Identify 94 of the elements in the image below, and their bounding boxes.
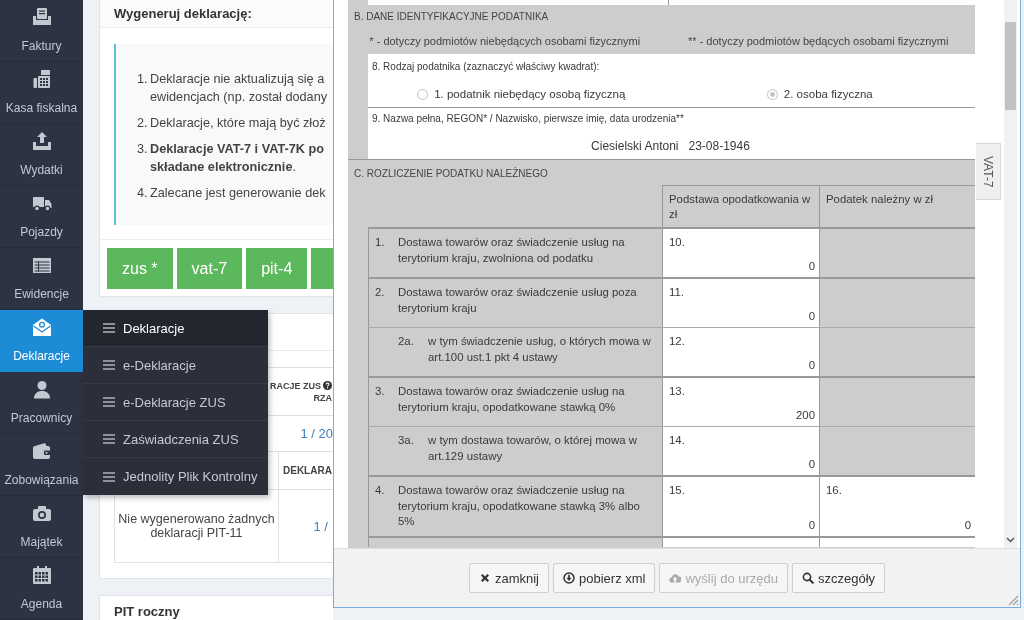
option-label: 1. podatnik niebędący osobą fizyczną xyxy=(434,87,626,101)
calendar-icon xyxy=(31,565,52,585)
scrollbar[interactable] xyxy=(1004,0,1017,548)
date-value: 23-08-1946 xyxy=(688,139,750,153)
cash-register-icon xyxy=(31,69,52,89)
field-label: 8. Rodzaj podatnika (zaznaczyć właściwy kwadrat): xyxy=(372,61,601,73)
envelope-icon xyxy=(31,317,52,337)
help-icon[interactable] xyxy=(323,381,332,390)
declaration-link[interactable]: 1 / 20 xyxy=(300,426,333,441)
field-number: 12. xyxy=(669,334,686,349)
row-number: 2a. xyxy=(397,334,415,349)
document-tray-icon xyxy=(31,7,52,27)
sidebar-item[interactable]: Deklaracje xyxy=(0,310,83,372)
table-icon xyxy=(31,255,52,275)
column-header: DEKLARA xyxy=(283,465,332,476)
camera-icon xyxy=(31,503,52,523)
search-icon xyxy=(802,572,814,584)
row-description: w tym dostawa towarów, o której mowa w art.129 ustawy xyxy=(428,433,638,464)
column-header: RZA xyxy=(313,391,332,404)
list-number: 3. xyxy=(137,141,149,158)
row-number: 3a. xyxy=(397,433,415,448)
note-text: Zalecane jest generowanie dek xyxy=(150,185,326,202)
amount-value: 0 xyxy=(807,517,815,533)
cloud-upload-icon xyxy=(669,572,682,584)
menu-icon xyxy=(103,434,115,444)
row-number: 4. xyxy=(374,483,386,498)
field-number: 16. xyxy=(826,483,843,498)
section-title: B. DANE IDENTYFIKACYJNE PODATNIKA xyxy=(353,10,550,24)
field-number: 10. xyxy=(669,235,686,250)
menu-icon xyxy=(103,323,115,333)
field-number: 15. xyxy=(669,483,686,498)
row-description: Dostawa towarów oraz świadczenie usług na terytorium kraju, opodatkowane stawką 0% xyxy=(398,384,626,415)
row-number: 1. xyxy=(374,235,386,250)
field-number: 11. xyxy=(669,285,685,300)
list-number: 1. xyxy=(137,71,149,88)
empty-message: Nie wygenerowano żadnych deklaracji PIT-11 xyxy=(118,512,275,540)
sidebar-item[interactable]: Pojazdy xyxy=(0,186,83,248)
field-number: 13. xyxy=(669,384,686,399)
resize-grip-icon[interactable] xyxy=(1007,594,1019,606)
menu-item[interactable]: Deklaracje xyxy=(83,310,268,347)
menu-item[interactable]: Zaświadczenia ZUS xyxy=(83,421,268,458)
person-icon xyxy=(31,379,52,399)
amount-value: 200 xyxy=(795,408,815,423)
footnote-text: * - dotyczy podmiotów niebędących osobami fizycznymi xyxy=(368,34,642,49)
sidebar-item[interactable]: Majątek xyxy=(0,496,83,558)
wallet-icon xyxy=(31,441,52,461)
menu-item[interactable]: e-Deklaracje xyxy=(83,347,268,384)
amount-value: 0 xyxy=(807,457,815,472)
list-number: 4. xyxy=(137,185,149,202)
scrollbar-thumb[interactable] xyxy=(1005,22,1016,110)
row-number: 2. xyxy=(374,285,386,300)
side-tab[interactable]: VAT-7 xyxy=(976,143,1001,200)
field-number: 14. xyxy=(669,433,686,448)
download-icon xyxy=(563,572,575,584)
dialog-button[interactable]: pobierz xml xyxy=(553,563,656,593)
dialog-button[interactable]: zamknij xyxy=(468,563,549,593)
row-number: 3. xyxy=(374,384,386,399)
dialog-button[interactable]: szczegóły xyxy=(792,563,886,593)
chevron-down-icon[interactable] xyxy=(1006,537,1015,543)
row-description: Dostawa towarów oraz świadczenie usług na terytorium kraju, zwolniona od podatku xyxy=(398,235,626,266)
option-label: 2. osoba fizyczna xyxy=(783,87,873,101)
column-header: RACJE ZUS xyxy=(270,379,321,392)
panel-title: Wygeneruj deklarację: xyxy=(100,0,333,28)
row-description: w tym świadczenie usług, o których mowa w art.100 ust.1 pkt 4 ustawy xyxy=(428,334,652,365)
row-description: Dostawa towarów oraz świadczenie usług na terytorium kraju, opodatkowane stawką 3% albo 5% xyxy=(398,483,641,529)
menu-icon xyxy=(103,471,115,482)
menu-icon xyxy=(103,397,115,407)
declaration-link[interactable]: 1 / xyxy=(313,518,328,534)
note-text: Deklaracje nie aktualizują się a ewidencjach (np. został dodany xyxy=(150,71,328,106)
close-icon xyxy=(478,572,491,584)
sidebar-item[interactable]: Faktury xyxy=(0,0,83,62)
menu-icon xyxy=(103,360,115,370)
amount-value: 0 xyxy=(963,517,971,533)
row-description: Dostawa towarów oraz świadczenie usług poza terytorium kraju xyxy=(398,285,638,316)
declaration-button[interactable] xyxy=(311,248,333,289)
name-value: Ciesielski Antoni xyxy=(591,139,679,153)
column-header: Podatek należny w zł xyxy=(819,185,975,227)
footnote-text: ** - dotyczy podmiotów będących osobami fizycznymi xyxy=(687,34,950,49)
list-number: 2. xyxy=(137,115,149,132)
upload-tray-icon xyxy=(31,131,52,151)
sidebar-item[interactable]: Wydatki xyxy=(0,124,83,186)
panel-title: PIT roczny xyxy=(113,603,181,619)
amount-value: 0 xyxy=(807,358,815,373)
menu-item[interactable]: e-Deklaracje ZUS xyxy=(83,384,268,421)
column-header: Podstawa opodatkowania w zł xyxy=(662,185,819,227)
amount-value: 0 xyxy=(807,309,815,324)
section-title: C. ROZLICZENIE PODATKU NALEŻNEGO xyxy=(353,166,549,181)
note-text: Deklaracje VAT-7 i VAT-7K po składane elektronicznie. xyxy=(150,141,324,176)
amount-value: 0 xyxy=(807,259,815,274)
sidebar-item[interactable]: Agenda xyxy=(0,558,83,620)
menu-item[interactable]: Jednolity Plik Kontrolny xyxy=(83,458,268,495)
note-text: Deklaracje, które mają być złoż xyxy=(150,115,326,132)
sidebar-item[interactable]: Kasa fiskalna xyxy=(0,62,83,124)
field-label: 9. Nazwa pełna, REGON* / Nazwisko, pierwsze imię, data urodzenia** xyxy=(372,113,685,125)
